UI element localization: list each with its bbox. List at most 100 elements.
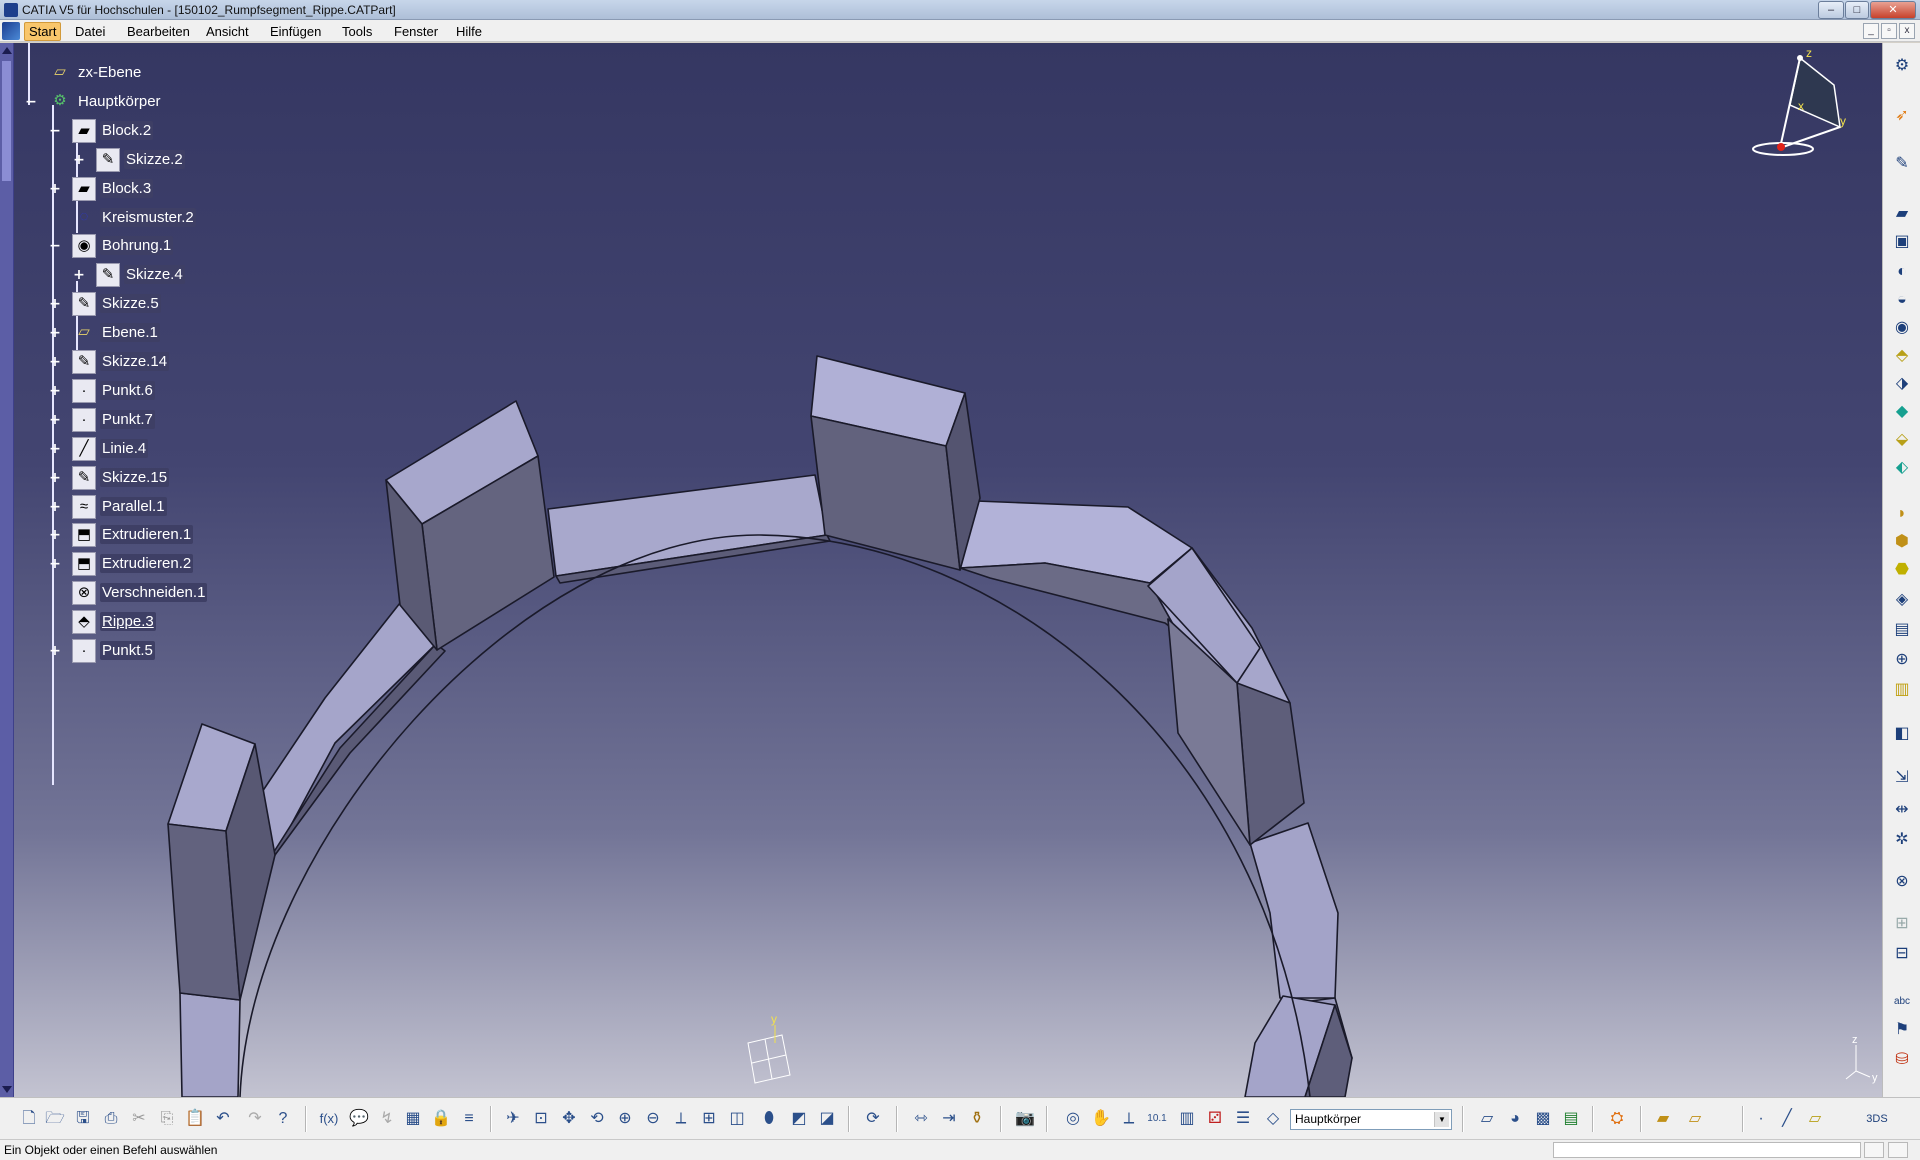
undo-icon[interactable]: ↶ xyxy=(212,1108,234,1130)
new-file-icon[interactable]: 🗋 xyxy=(18,1108,40,1130)
tree-node-label[interactable]: Skizze.15 xyxy=(100,468,170,487)
knowledge-icon[interactable]: 💬 xyxy=(348,1108,370,1130)
tree-node-label[interactable]: Rippe.3 xyxy=(100,612,156,631)
menu-tools[interactable]: Tools xyxy=(338,23,376,40)
pocket-icon[interactable]: ▣ xyxy=(1891,231,1913,253)
collapse-icon[interactable]: − xyxy=(48,239,62,253)
tree-node-label[interactable]: Block.3 xyxy=(100,179,154,198)
tree-node[interactable]: + ✎ Skizze.5 xyxy=(0,292,260,316)
tree-node[interactable]: − ⚙ Hauptkörper xyxy=(0,90,260,114)
flag-note-icon[interactable]: ⚑ xyxy=(1891,1019,1913,1041)
tree-node-label[interactable]: Ebene.1 xyxy=(100,323,160,342)
shaft-icon[interactable]: ◐ xyxy=(1891,261,1913,283)
remove-loft-icon[interactable]: ⬖ xyxy=(1891,457,1913,479)
menu-ansicht[interactable]: Ansicht xyxy=(202,23,253,40)
annotation-text-icon[interactable]: abc xyxy=(1891,991,1913,1013)
catia-menu-icon[interactable] xyxy=(2,22,20,40)
mdi-minimize-button[interactable]: _ xyxy=(1863,23,1879,39)
tree-node-label[interactable]: Parallel.1 xyxy=(100,497,167,516)
tree-node-label[interactable]: Kreismuster.2 xyxy=(100,208,196,227)
line-icon[interactable]: ╱ xyxy=(1776,1108,1798,1130)
tree-node[interactable]: + ▰ Block.3 xyxy=(0,177,260,201)
tree-node[interactable]: ▱ zx-Ebene xyxy=(0,61,260,85)
collapse-icon[interactable]: − xyxy=(48,124,62,138)
render-icon[interactable]: ◕ xyxy=(1504,1108,1526,1130)
tree-node[interactable]: ⬘ Rippe.3 xyxy=(0,610,260,634)
assemble-icon[interactable]: ⊗ xyxy=(1891,871,1913,893)
tree-node[interactable]: + ✎ Skizze.14 xyxy=(0,350,260,374)
tree-node-label[interactable]: Verschneiden.1 xyxy=(100,583,208,602)
multi-view-icon[interactable]: ⊞ xyxy=(698,1108,720,1130)
select-arrow-icon[interactable]: ➶ xyxy=(1891,105,1913,127)
positioned-sketch-icon[interactable]: ▱ xyxy=(1684,1108,1706,1130)
expand-icon[interactable]: + xyxy=(48,442,62,456)
tree-node-label[interactable]: Hauptkörper xyxy=(76,92,163,111)
expand-icon[interactable]: + xyxy=(48,471,62,485)
shell-icon[interactable]: ◈ xyxy=(1891,589,1913,611)
hand-icon[interactable]: ✋ xyxy=(1090,1108,1112,1130)
expand-icon[interactable]: + xyxy=(48,557,62,571)
grid-icon[interactable]: ⚂ xyxy=(1204,1108,1226,1130)
menu-datei[interactable]: Datei xyxy=(71,23,109,40)
surface-icon[interactable]: ▱ xyxy=(1476,1108,1498,1130)
thickness-icon[interactable]: ▤ xyxy=(1891,619,1913,641)
chevron-down-icon[interactable]: ▼ xyxy=(1434,1112,1449,1127)
tree-node-label[interactable]: Linie.4 xyxy=(100,439,149,458)
menu-bearbeiten[interactable]: Bearbeiten xyxy=(123,23,194,40)
translation-icon[interactable]: ⇲ xyxy=(1891,767,1913,789)
material-icon[interactable]: ▤ xyxy=(1560,1108,1582,1130)
expand-icon[interactable]: + xyxy=(48,297,62,311)
menu-einfuegen[interactable]: Einfügen xyxy=(266,23,325,40)
remove-face-icon[interactable]: ▥ xyxy=(1891,679,1913,701)
plane-icon[interactable]: ▱ xyxy=(1804,1108,1826,1130)
tree-node-label[interactable]: Block.2 xyxy=(100,121,154,140)
tree-node[interactable]: + ✎ Skizze.15 xyxy=(0,466,260,490)
paste-icon[interactable]: 📋 xyxy=(184,1108,206,1130)
tree-node-label[interactable]: Skizze.4 xyxy=(124,265,185,284)
chamfer-icon[interactable]: ⬢ xyxy=(1891,531,1913,553)
tree-node[interactable]: + · Punkt.5 xyxy=(0,639,260,663)
parameters-icon[interactable]: ≡ xyxy=(458,1108,480,1130)
expand-icon[interactable]: + xyxy=(48,413,62,427)
tree-node[interactable]: + ✎ Skizze.4 xyxy=(0,263,260,287)
status-option-button[interactable] xyxy=(1864,1142,1884,1158)
tree-node-label[interactable]: Skizze.5 xyxy=(100,294,161,313)
tree-node[interactable]: + ╱ Linie.4 xyxy=(0,437,260,461)
groove-icon[interactable]: ◒ xyxy=(1891,289,1913,311)
zoom-in-icon[interactable]: ⊕ xyxy=(614,1108,636,1130)
shading-icon[interactable]: ⬮ xyxy=(758,1108,780,1130)
tree-node[interactable]: ⊗ Verschneiden.1 xyxy=(0,581,260,605)
minimize-button[interactable]: – xyxy=(1818,1,1844,19)
current-body-select[interactable]: Hauptkörper ▼ xyxy=(1290,1109,1452,1130)
split-icon[interactable]: ◧ xyxy=(1891,723,1913,745)
tree-node[interactable]: + · Punkt.7 xyxy=(0,408,260,432)
apply-material-icon[interactable]: ⛁ xyxy=(1891,1049,1913,1071)
loft-icon[interactable]: ⬙ xyxy=(1891,429,1913,451)
tree-node-label[interactable]: Punkt.6 xyxy=(100,381,155,400)
draft-icon[interactable]: ⬣ xyxy=(1891,559,1913,581)
tree-node[interactable]: + ≈ Parallel.1 xyxy=(0,495,260,519)
expand-icon[interactable]: + xyxy=(48,384,62,398)
slot-icon[interactable]: ⬗ xyxy=(1891,373,1913,395)
hole-icon[interactable]: ◉ xyxy=(1891,317,1913,339)
menu-hilfe[interactable]: Hilfe xyxy=(452,23,486,40)
3d-viewport[interactable]: y z y x z y ▱ zx-Ebene − ⚙ Hauptkörper −… xyxy=(0,43,1882,1097)
measure-inertia-bottle-icon[interactable]: ⚱ xyxy=(966,1108,988,1130)
update-icon[interactable]: ⟳ xyxy=(862,1108,884,1130)
point-icon[interactable]: · xyxy=(1750,1108,1772,1130)
tree-node-label[interactable]: Extrudieren.2 xyxy=(100,554,194,573)
rotate-icon[interactable]: ⟲ xyxy=(586,1108,608,1130)
iso-view-icon[interactable]: ◫ xyxy=(726,1108,748,1130)
measure-between-icon[interactable]: ⇿ xyxy=(910,1108,932,1130)
catia-logo-icon[interactable]: ◎ xyxy=(1062,1108,1084,1130)
pattern-icon[interactable]: ✲ xyxy=(1891,829,1913,851)
appearance-icon[interactable]: ▩ xyxy=(1532,1108,1554,1130)
collapse-icon[interactable]: − xyxy=(24,95,38,109)
layer-icon[interactable]: ◇ xyxy=(1262,1108,1284,1130)
tree-node[interactable]: − ◉ Bohrung.1 xyxy=(0,234,260,258)
tree-node-label[interactable]: Extrudieren.1 xyxy=(100,525,194,544)
menu-start[interactable]: Start xyxy=(24,22,62,41)
dimension-icon[interactable]: 10.1 xyxy=(1146,1108,1168,1130)
stiffener-icon[interactable]: ◆ xyxy=(1891,401,1913,423)
tree-node-label[interactable]: Skizze.14 xyxy=(100,352,170,371)
